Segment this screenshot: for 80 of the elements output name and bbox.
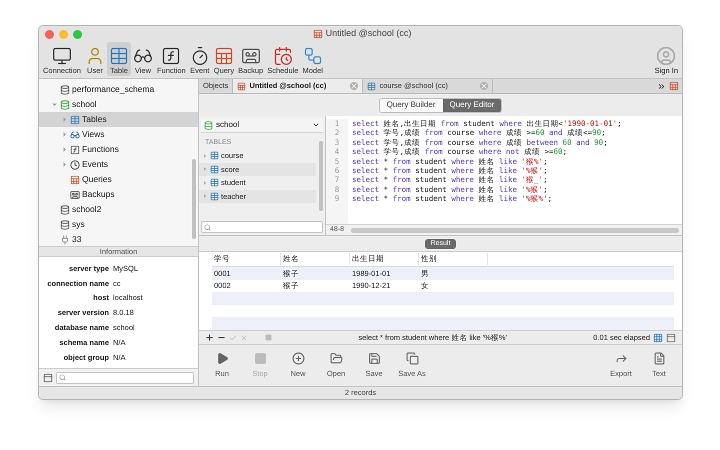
- close-tab-icon[interactable]: [480, 82, 488, 90]
- table-icon: [210, 164, 219, 174]
- database-icon: [60, 220, 70, 230]
- calendar-icon: [272, 46, 293, 66]
- play-icon: [216, 352, 228, 365]
- tree-item[interactable]: school2: [39, 202, 198, 217]
- tree-item[interactable]: 33: [39, 232, 198, 247]
- database-icon: [60, 100, 70, 110]
- grid-view-icon[interactable]: [653, 332, 663, 342]
- table-icon: [70, 114, 80, 124]
- table-icon: [210, 151, 219, 160]
- table-icon: [210, 178, 219, 188]
- tree-item[interactable]: Views: [39, 127, 198, 142]
- table-icon: [108, 46, 129, 66]
- scrollbar-thumb[interactable]: [319, 141, 323, 211]
- document-icon: [652, 352, 666, 365]
- plug-icon: [60, 234, 70, 244]
- database-icon: [204, 120, 213, 130]
- spreadsheet-icon: [237, 82, 246, 90]
- database-icon: [60, 84, 70, 94]
- avatar-icon: [656, 46, 676, 66]
- filter-menu-icon[interactable]: [43, 372, 53, 382]
- tree-item[interactable]: sys: [39, 217, 198, 232]
- folder-icon: [330, 352, 342, 365]
- function-icon: [70, 144, 80, 154]
- timer-icon: [190, 46, 210, 66]
- disclosure-icon[interactable]: [202, 152, 208, 159]
- add-row-icon[interactable]: [205, 333, 214, 342]
- database-icon: [60, 204, 70, 214]
- diagram-icon: [302, 46, 323, 66]
- disclosure-icon[interactable]: [61, 146, 68, 153]
- cassette-icon: [240, 46, 261, 66]
- disclosure-icon[interactable]: [61, 161, 68, 168]
- disclosure-icon[interactable]: [51, 101, 58, 108]
- disclosure-icon[interactable]: [61, 116, 68, 123]
- window-title: Untitled @school (cc): [326, 27, 412, 40]
- chevron-down-icon: [312, 121, 320, 129]
- table-icon: [367, 82, 376, 90]
- plus-circle-icon: [292, 352, 304, 365]
- check-icon[interactable]: [229, 334, 237, 342]
- stop-icon: [254, 352, 266, 365]
- horizontal-scrollbar[interactable]: [351, 228, 679, 232]
- tree-item[interactable]: Events: [39, 157, 198, 172]
- spreadsheet-icon: [70, 174, 80, 184]
- mode-toggle[interactable]: Query Editor: [442, 98, 502, 112]
- close-tab-icon[interactable]: [350, 82, 358, 90]
- close-window-button[interactable]: [45, 30, 54, 38]
- scrollbar-thumb[interactable]: [192, 159, 196, 239]
- disclosure-icon[interactable]: [202, 180, 208, 186]
- table-icon: [210, 192, 219, 201]
- function-icon: [161, 46, 182, 66]
- tree-item[interactable]: Functions: [39, 142, 198, 157]
- stop-icon[interactable]: [265, 334, 272, 341]
- minimize-window-button[interactable]: [59, 30, 68, 38]
- tree-item[interactable]: Tables: [39, 112, 198, 127]
- search-icon: [59, 374, 66, 381]
- disclosure-icon[interactable]: [202, 166, 208, 172]
- database-select[interactable]: school: [201, 118, 323, 133]
- spreadsheet-icon: [312, 29, 323, 39]
- search-field[interactable]: [201, 221, 323, 233]
- mode-toggle[interactable]: Query Builder: [380, 98, 442, 112]
- spreadsheet-icon: [214, 46, 234, 66]
- disclosure-icon[interactable]: [61, 131, 68, 138]
- discard-icon[interactable]: [240, 334, 248, 342]
- tree-item[interactable]: Backups: [39, 187, 198, 202]
- form-view-icon[interactable]: [666, 332, 676, 342]
- tree-item[interactable]: performance_schema: [39, 82, 198, 97]
- disclosure-icon[interactable]: [202, 193, 208, 200]
- copy-icon: [406, 352, 418, 365]
- zoom-window-button[interactable]: [73, 30, 82, 38]
- glasses-icon: [70, 130, 80, 140]
- cassette-icon: [70, 190, 80, 200]
- search-field[interactable]: [56, 372, 194, 384]
- monitor-icon: [52, 46, 72, 66]
- save-icon: [368, 352, 380, 365]
- more-tabs-icon[interactable]: [657, 82, 666, 90]
- tree-item[interactable]: school: [39, 97, 198, 112]
- search-icon: [204, 224, 211, 230]
- clock-icon: [70, 160, 80, 170]
- tree-item[interactable]: Queries: [39, 172, 198, 187]
